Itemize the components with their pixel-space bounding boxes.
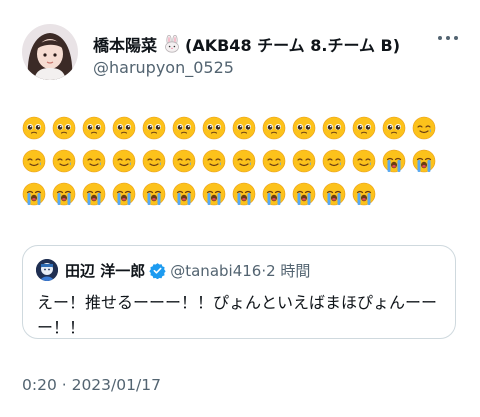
smiling-face-with-tear-emoji-icon	[202, 149, 226, 173]
smiling-face-with-tear-emoji-icon	[262, 149, 286, 173]
emoji-row-1	[22, 116, 462, 140]
emoji-row-3	[22, 182, 462, 206]
tweet-text	[22, 116, 462, 215]
smiling-face-with-tear-emoji-icon	[22, 149, 46, 173]
loudly-crying-face-emoji-icon	[172, 182, 196, 206]
smiling-face-with-tear-emoji-icon	[292, 149, 316, 173]
pleading-face-emoji-icon	[22, 116, 46, 140]
pleading-face-emoji-icon	[352, 116, 376, 140]
author-name-suffix: (AKB48 チーム 8.チーム B)	[185, 36, 401, 55]
smiling-face-with-tear-emoji-icon	[142, 149, 166, 173]
loudly-crying-face-emoji-icon	[22, 182, 46, 206]
loudly-crying-face-emoji-icon	[352, 182, 376, 206]
loudly-crying-face-emoji-icon	[262, 182, 286, 206]
loudly-crying-face-emoji-icon	[412, 149, 436, 173]
quoted-time: 2 時間	[266, 262, 311, 280]
smiling-face-with-tear-emoji-icon	[112, 149, 136, 173]
quoted-tweet-text: えー！推せるーーー！！ぴょんといえばまほぴょんーーー！！	[37, 293, 438, 337]
loudly-crying-face-emoji-icon	[82, 182, 106, 206]
smiling-face-with-tear-emoji-icon	[52, 149, 76, 173]
author-display-name: 橋本陽菜	[93, 36, 158, 55]
pleading-face-emoji-icon	[292, 116, 316, 140]
pleading-face-emoji-icon	[82, 116, 106, 140]
loudly-crying-face-emoji-icon	[322, 182, 346, 206]
quoted-handle: @tanabi416	[170, 261, 262, 280]
smiling-face-with-tear-emoji-icon	[412, 116, 436, 140]
pleading-face-emoji-icon	[262, 116, 286, 140]
pleading-face-emoji-icon	[382, 116, 406, 140]
smiling-face-with-tear-emoji-icon	[322, 149, 346, 173]
smiling-face-with-tear-emoji-icon	[172, 149, 196, 173]
pleading-face-emoji-icon	[52, 116, 76, 140]
author-avatar[interactable]	[22, 24, 78, 80]
emoji-row-2	[22, 149, 462, 173]
loudly-crying-face-emoji-icon	[202, 182, 226, 206]
loudly-crying-face-emoji-icon	[382, 149, 406, 173]
verified-badge-icon	[149, 262, 166, 279]
author-name-row[interactable]: 橋本陽菜 (AKB48 チーム 8.チーム B)	[93, 32, 400, 56]
smiling-face-with-tear-emoji-icon	[232, 149, 256, 173]
smiling-face-with-tear-emoji-icon	[352, 149, 376, 173]
loudly-crying-face-emoji-icon	[52, 182, 76, 206]
pleading-face-emoji-icon	[142, 116, 166, 140]
pleading-face-emoji-icon	[232, 116, 256, 140]
tweet-timestamp[interactable]: 0:20 · 2023/01/17	[22, 376, 161, 394]
loudly-crying-face-emoji-icon	[112, 182, 136, 206]
loudly-crying-face-emoji-icon	[232, 182, 256, 206]
quoted-author-name[interactable]: 田辺 洋一郎	[65, 260, 145, 281]
quoted-header: 田辺 洋一郎 @tanabi416 · 2 時間	[65, 260, 310, 281]
more-options-icon[interactable]	[438, 36, 458, 40]
loudly-crying-face-emoji-icon	[142, 182, 166, 206]
pleading-face-emoji-icon	[172, 116, 196, 140]
author-handle[interactable]: @harupyon_0525	[93, 58, 234, 77]
smiling-face-with-tear-emoji-icon	[82, 149, 106, 173]
quoted-tweet-card[interactable]: 田辺 洋一郎 @tanabi416 · 2 時間 えー！推せるーーー！！ぴょんと…	[22, 245, 456, 339]
pleading-face-emoji-icon	[322, 116, 346, 140]
loudly-crying-face-emoji-icon	[292, 182, 316, 206]
pleading-face-emoji-icon	[112, 116, 136, 140]
pleading-face-emoji-icon	[202, 116, 226, 140]
quoted-author-avatar[interactable]	[36, 259, 58, 281]
rabbit-emoji-icon	[163, 35, 181, 53]
